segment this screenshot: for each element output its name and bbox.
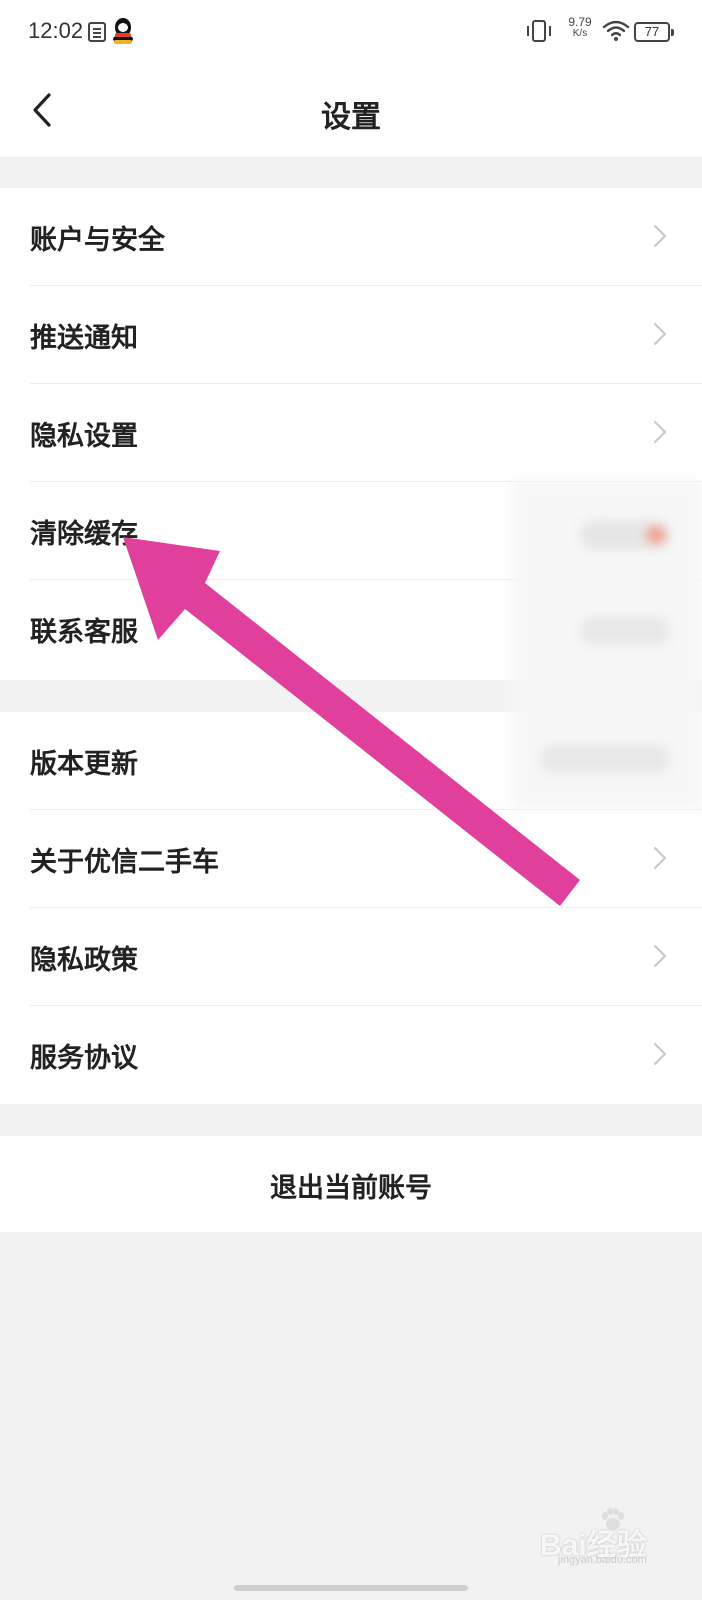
logout-button[interactable]: 退出当前账号 [0, 1136, 702, 1232]
blurred-contact-value [580, 616, 670, 646]
battery-icon: 77 [634, 22, 674, 42]
vibrate-icon [527, 20, 551, 42]
settings-item-privacy-policy[interactable]: 隐私政策 [30, 908, 702, 1006]
nav-header: 设置 [0, 64, 702, 158]
settings-item-label: 服务协议 [30, 1043, 138, 1074]
settings-item-label: 隐私政策 [30, 945, 138, 976]
calendar-icon [88, 22, 106, 42]
status-bar: 12:02 9.79 K/s 77 [0, 0, 702, 64]
chevron-right-icon [653, 420, 667, 444]
chevron-right-icon [653, 224, 667, 248]
logout-label: 退出当前账号 [270, 1173, 432, 1204]
settings-item-about[interactable]: 关于优信二手车 [30, 810, 702, 908]
status-time: 12:02 [28, 18, 84, 43]
paw-icon [602, 1508, 624, 1530]
settings-item-label: 版本更新 [30, 749, 138, 780]
network-speed: 9.79 K/s [562, 16, 598, 40]
home-indicator[interactable] [234, 1585, 468, 1591]
settings-item-label: 清除缓存 [30, 519, 138, 550]
watermark-url: jingyan.baidu.com [558, 1554, 647, 1566]
settings-item-service-agreement[interactable]: 服务协议 [30, 1006, 702, 1104]
wifi-icon [602, 20, 630, 41]
network-speed-unit: K/s [572, 28, 588, 39]
chevron-right-icon [653, 846, 667, 870]
baidu-watermark: Bai经验 jingyan.baidu.com [540, 1508, 690, 1570]
network-speed-value: 9.79 [568, 15, 592, 29]
settings-item-push-notifications[interactable]: 推送通知 [30, 286, 702, 384]
settings-item-label: 关于优信二手车 [30, 847, 219, 878]
chevron-right-icon [653, 322, 667, 346]
chevron-right-icon [653, 1042, 667, 1066]
page-title: 设置 [321, 100, 381, 135]
qq-penguin-icon [112, 18, 134, 44]
blurred-cache-size [580, 520, 670, 550]
blurred-version-value [540, 744, 670, 774]
settings-item-account-security[interactable]: 账户与安全 [30, 188, 702, 286]
settings-item-label: 推送通知 [30, 323, 138, 354]
settings-item-label: 隐私设置 [30, 421, 138, 452]
chevron-right-icon [653, 944, 667, 968]
settings-item-label: 联系客服 [30, 617, 138, 648]
settings-item-privacy-settings[interactable]: 隐私设置 [30, 384, 702, 482]
settings-item-label: 账户与安全 [30, 225, 165, 256]
